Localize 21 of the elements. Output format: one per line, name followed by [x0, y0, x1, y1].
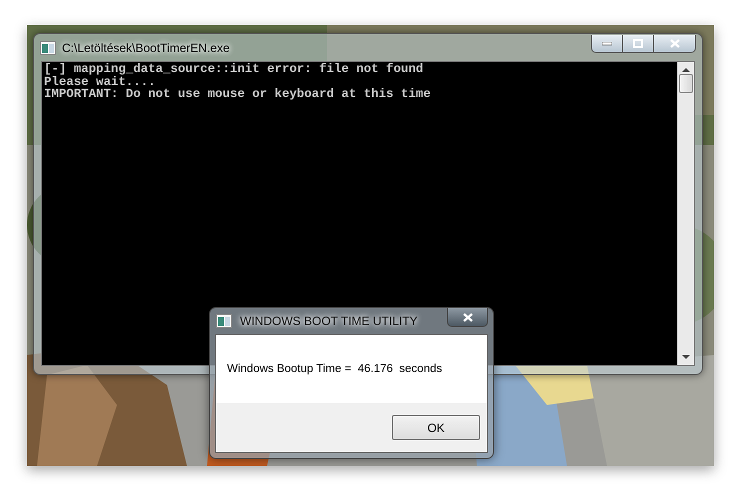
- dialog-message: Windows Bootup Time = 46.176 seconds: [227, 363, 442, 375]
- minimize-button[interactable]: [591, 35, 623, 53]
- console-line: IMPORTANT: Do not use mouse or keyboard at this time: [44, 88, 432, 100]
- ok-button[interactable]: OK: [392, 415, 480, 440]
- dialog-title: WINDOWS BOOT TIME UTILITY: [240, 314, 418, 328]
- scrollbar-thumb[interactable]: [679, 74, 693, 93]
- console-line: Please wait....: [44, 76, 156, 88]
- scroll-down-icon: [682, 355, 690, 360]
- close-icon: [462, 312, 472, 322]
- app-icon: [40, 40, 56, 54]
- app-icon: [216, 314, 232, 328]
- maximize-button[interactable]: [622, 35, 654, 53]
- close-icon: [670, 39, 680, 48]
- minimize-icon: [602, 42, 612, 46]
- console-line: [-] mapping_data_source::init error: file not found: [44, 63, 424, 76]
- scrollbar[interactable]: [677, 62, 694, 365]
- window-title: C:\Letöltések\BootTimerEN.exe: [62, 40, 230, 54]
- scroll-up-icon: [682, 67, 690, 72]
- close-button[interactable]: [653, 35, 696, 53]
- maximize-icon: [633, 39, 643, 48]
- close-button[interactable]: [447, 308, 488, 327]
